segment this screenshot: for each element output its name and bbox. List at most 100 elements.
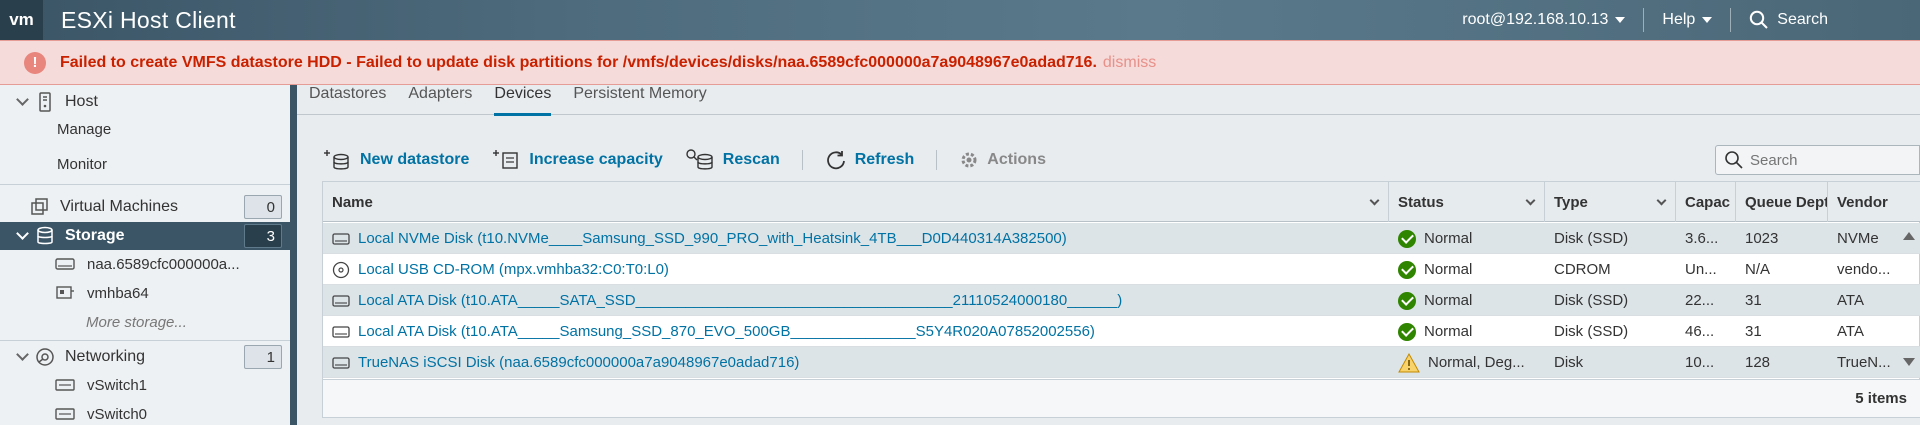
column-header-name[interactable]: Name (323, 182, 1389, 222)
status-cell: Normal, Deg... (1389, 347, 1545, 378)
chevron-down-icon[interactable] (16, 227, 29, 240)
chevron-down-icon[interactable] (1525, 195, 1536, 206)
nav-monitor-label: Monitor (57, 155, 108, 173)
scroll-down-arrow[interactable] (1903, 358, 1915, 366)
chevron-down-icon[interactable] (16, 93, 29, 106)
device-name: Local NVMe Disk (t10.NVMe____Samsung_SSD… (358, 230, 1067, 247)
table-row[interactable]: Local NVMe Disk (t10.NVMe____Samsung_SSD… (323, 223, 1920, 254)
rescan-button[interactable]: Rescan (685, 148, 780, 172)
device-search-field[interactable] (1715, 145, 1920, 175)
table-row[interactable]: Local ATA Disk (t10.ATA_____Samsung_SSD_… (323, 316, 1920, 347)
sidebar-divider (0, 340, 290, 341)
column-header-vendor[interactable]: Vendor (1828, 182, 1920, 222)
switch-icon (55, 379, 75, 391)
chevron-down-icon[interactable] (16, 348, 29, 361)
device-name: Local ATA Disk (t10.ATA_____Samsung_SSD_… (358, 323, 1095, 340)
check-circle-icon (1398, 322, 1416, 341)
device-name-cell[interactable]: Local USB CD-ROM (mpx.vmhba32:C0:T0:L0) (323, 254, 1389, 285)
nav-networking-label: Networking (65, 348, 146, 365)
device-name-cell[interactable]: Local NVMe Disk (t10.NVMe____Samsung_SSD… (323, 223, 1389, 254)
capacity-cell: 46... (1685, 323, 1715, 340)
nav-virtual-machines[interactable]: Virtual Machines 0 (0, 193, 290, 221)
status-cell: Normal (1389, 316, 1545, 347)
capacity-cell: 3.6... (1685, 230, 1719, 247)
more-storage-link[interactable]: More storage... (86, 309, 187, 335)
queue-depth-cell: 128 (1745, 354, 1771, 371)
check-circle-icon (1398, 229, 1416, 248)
status-cell: Normal (1389, 254, 1545, 285)
device-search-input[interactable] (1750, 151, 1910, 169)
disk-icon (332, 325, 350, 338)
vendor-cell: NVMe (1837, 230, 1879, 247)
queue-depth-cell: 1023 (1745, 230, 1779, 247)
device-name-cell[interactable]: Local ATA Disk (t10.ATA_____SATA_SSD____… (323, 285, 1389, 316)
column-header-type[interactable]: Type (1545, 182, 1676, 222)
nav-monitor[interactable]: Monitor (57, 151, 107, 177)
column-header-status[interactable]: Status (1389, 182, 1545, 222)
header-right: root@192.168.10.13 Help Search (1444, 0, 1920, 40)
switch-icon (55, 408, 75, 420)
capacity-cell: 22... (1685, 292, 1715, 309)
user-label: root@192.168.10.13 (1462, 11, 1609, 28)
nav-manage-label: Manage (57, 120, 112, 138)
search-icon (1750, 10, 1769, 29)
new-datastore-button[interactable]: New datastore (322, 149, 469, 171)
nav-vms-label: Virtual Machines (60, 198, 178, 215)
increase-capacity-button[interactable]: Increase capacity (491, 149, 663, 171)
column-header-capacity[interactable]: Capac (1676, 182, 1736, 222)
storage-item-naa[interactable]: naa.6589cfc000000a... (55, 251, 240, 277)
actions-button[interactable]: Actions (959, 150, 1046, 170)
column-header-queue-depth[interactable]: Queue Dept (1736, 182, 1828, 222)
header-search-button[interactable]: Search (1731, 8, 1920, 32)
disk-icon (332, 294, 350, 307)
nav-storage-label: Storage (65, 227, 125, 244)
column-label: Type (1554, 193, 1588, 211)
tab-datastores[interactable]: Datastores (297, 85, 397, 115)
tab-adapters[interactable]: Adapters (397, 85, 483, 115)
host-icon (39, 92, 51, 112)
nav-manage[interactable]: Manage (57, 116, 111, 142)
storage-tabs: Datastores Adapters Devices Persistent M… (297, 85, 1920, 116)
dismiss-link[interactable]: dismiss (1103, 54, 1156, 72)
network-item-vswitch0[interactable]: vSwitch0 (55, 401, 147, 425)
network-item-vswitch1[interactable]: vSwitch1 (55, 372, 147, 398)
more-storage-label: More storage... (86, 313, 187, 331)
nav-networking[interactable]: Networking 1 (0, 343, 290, 371)
device-name-cell[interactable]: Local ATA Disk (t10.ATA_____Samsung_SSD_… (323, 316, 1389, 347)
user-menu[interactable]: root@192.168.10.13 (1444, 8, 1643, 32)
device-name: TrueNAS iSCSI Disk (naa.6589cfc000000a7a… (358, 354, 800, 371)
storage-item-label: naa.6589cfc000000a... (87, 255, 240, 273)
tab-persistent-memory[interactable]: Persistent Memory (562, 85, 717, 115)
sidebar-resize-handle[interactable] (290, 85, 297, 425)
status-cell: Normal (1389, 223, 1545, 254)
scroll-up-arrow[interactable] (1903, 232, 1915, 240)
table-row[interactable]: Local ATA Disk (t10.ATA_____SATA_SSD____… (323, 285, 1920, 316)
chevron-down-icon[interactable] (1656, 195, 1667, 206)
type-cell: CDROM (1554, 261, 1611, 278)
network-item-label: vSwitch0 (87, 405, 148, 423)
refresh-button[interactable]: Refresh (825, 149, 914, 171)
queue-depth-cell: N/A (1745, 261, 1771, 278)
vendor-cell: vendo... (1837, 261, 1891, 278)
table-row[interactable]: TrueNAS iSCSI Disk (naa.6589cfc000000a7a… (323, 347, 1920, 378)
status-text: Normal (1424, 323, 1473, 340)
error-message: Failed to create VMFS datastore HDD - Fa… (60, 53, 1097, 71)
help-menu[interactable]: Help (1644, 8, 1730, 32)
increase-capacity-icon (493, 150, 519, 169)
table-header: Name Status Type Capac Queue Dept Vendor (323, 182, 1920, 222)
chevron-down-icon[interactable] (1369, 195, 1380, 206)
nav-storage[interactable]: Storage 3 (0, 222, 290, 250)
error-banner: ! Failed to create VMFS datastore HDD - … (0, 40, 1920, 85)
refresh-icon (826, 151, 845, 170)
nav-host[interactable]: Host (0, 88, 290, 116)
vm-logo[interactable]: vm (0, 0, 43, 40)
storage-item-vmhba64[interactable]: vmhba64 (55, 280, 149, 306)
search-icon (1725, 151, 1743, 169)
disk-icon (332, 232, 350, 245)
table-row[interactable]: Local USB CD-ROM (mpx.vmhba32:C0:T0:L0) … (323, 254, 1920, 285)
device-name-cell[interactable]: TrueNAS iSCSI Disk (naa.6589cfc000000a7a… (323, 347, 1389, 378)
column-label: Vendor (1837, 193, 1888, 211)
status-text: Normal (1424, 292, 1473, 309)
toolbar-divider (936, 150, 938, 170)
tab-devices[interactable]: Devices (483, 85, 562, 116)
